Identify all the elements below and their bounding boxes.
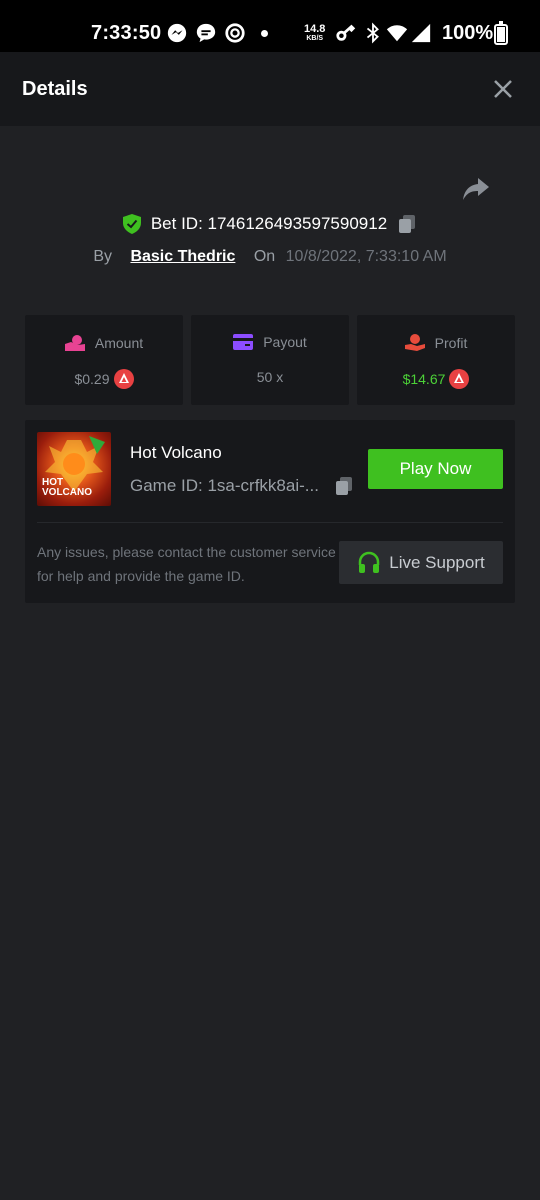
divider bbox=[37, 522, 503, 523]
profit-value: $14.67 bbox=[402, 371, 446, 387]
headset-icon bbox=[359, 551, 380, 573]
bluetooth-icon bbox=[366, 22, 379, 44]
play-now-button[interactable]: Play Now bbox=[368, 449, 503, 489]
amount-card: Amount $0.29 bbox=[25, 315, 183, 405]
wifi-icon bbox=[386, 25, 408, 42]
messenger-icon bbox=[167, 23, 187, 43]
card-icon bbox=[233, 334, 254, 350]
circle-app-icon bbox=[225, 23, 245, 43]
game-thumbnail[interactable]: HOT VOLCANO bbox=[37, 432, 111, 506]
battery-charging-icon bbox=[494, 21, 508, 45]
on-label: On bbox=[253, 248, 276, 265]
notification-dot bbox=[261, 30, 268, 37]
status-time: 7:33:50 bbox=[91, 22, 162, 44]
details-header: Details bbox=[0, 52, 540, 126]
status-bar: 7:33:50 14.8 KB/S 100% bbox=[0, 0, 540, 52]
game-name: Hot Volcano bbox=[130, 443, 222, 462]
money-bag-icon bbox=[64, 335, 85, 351]
amount-value: $0.29 bbox=[74, 371, 110, 387]
payout-card: Payout 50 x bbox=[191, 315, 349, 405]
signal-icon bbox=[411, 23, 431, 43]
payout-label: Payout bbox=[263, 334, 307, 350]
network-speed: 14.8 KB/S bbox=[304, 24, 325, 44]
help-text: Any issues, please contact the customer … bbox=[37, 544, 336, 584]
bet-meta-row: By Basic Thedric On 10/8/2022, 7:33:10 A… bbox=[0, 248, 540, 266]
thumb-text-volcano: VOLCANO bbox=[42, 487, 92, 498]
copy-game-id-icon[interactable] bbox=[334, 476, 354, 496]
hand-coin-icon bbox=[404, 334, 425, 351]
key-icon bbox=[336, 24, 356, 41]
bettor-name-link[interactable]: Basic Thedric bbox=[130, 248, 235, 265]
share-icon[interactable] bbox=[462, 176, 490, 202]
game-card: HOT VOLCANO Hot Volcano Game ID: 1sa-crf… bbox=[25, 420, 515, 603]
profit-label: Profit bbox=[434, 335, 468, 351]
network-speed-unit: KB/S bbox=[306, 35, 324, 42]
battery-percent: 100% bbox=[442, 22, 494, 44]
close-icon[interactable] bbox=[492, 78, 514, 100]
by-label: By bbox=[93, 248, 112, 265]
avax-coin-icon bbox=[449, 369, 470, 389]
bet-id: Bet ID: 1746126493597590912 bbox=[150, 214, 388, 233]
live-support-label: Live Support bbox=[389, 552, 485, 572]
bet-date: 10/8/2022, 7:33:10 AM bbox=[285, 248, 447, 265]
payout-value: 50 x bbox=[256, 369, 284, 385]
page-title: Details bbox=[22, 78, 88, 100]
game-id: Game ID: 1sa-crfkk8ai-... bbox=[130, 476, 319, 495]
shield-check-icon bbox=[122, 214, 141, 234]
live-support-button[interactable]: Live Support bbox=[339, 541, 503, 584]
copy-bet-id-icon[interactable] bbox=[397, 214, 417, 234]
amount-label: Amount bbox=[94, 335, 144, 351]
profit-card: Profit $14.67 bbox=[357, 315, 515, 405]
chat-icon bbox=[196, 23, 216, 43]
avax-coin-icon bbox=[113, 369, 134, 389]
bet-id-row: Bet ID: 1746126493597590912 bbox=[0, 214, 540, 238]
